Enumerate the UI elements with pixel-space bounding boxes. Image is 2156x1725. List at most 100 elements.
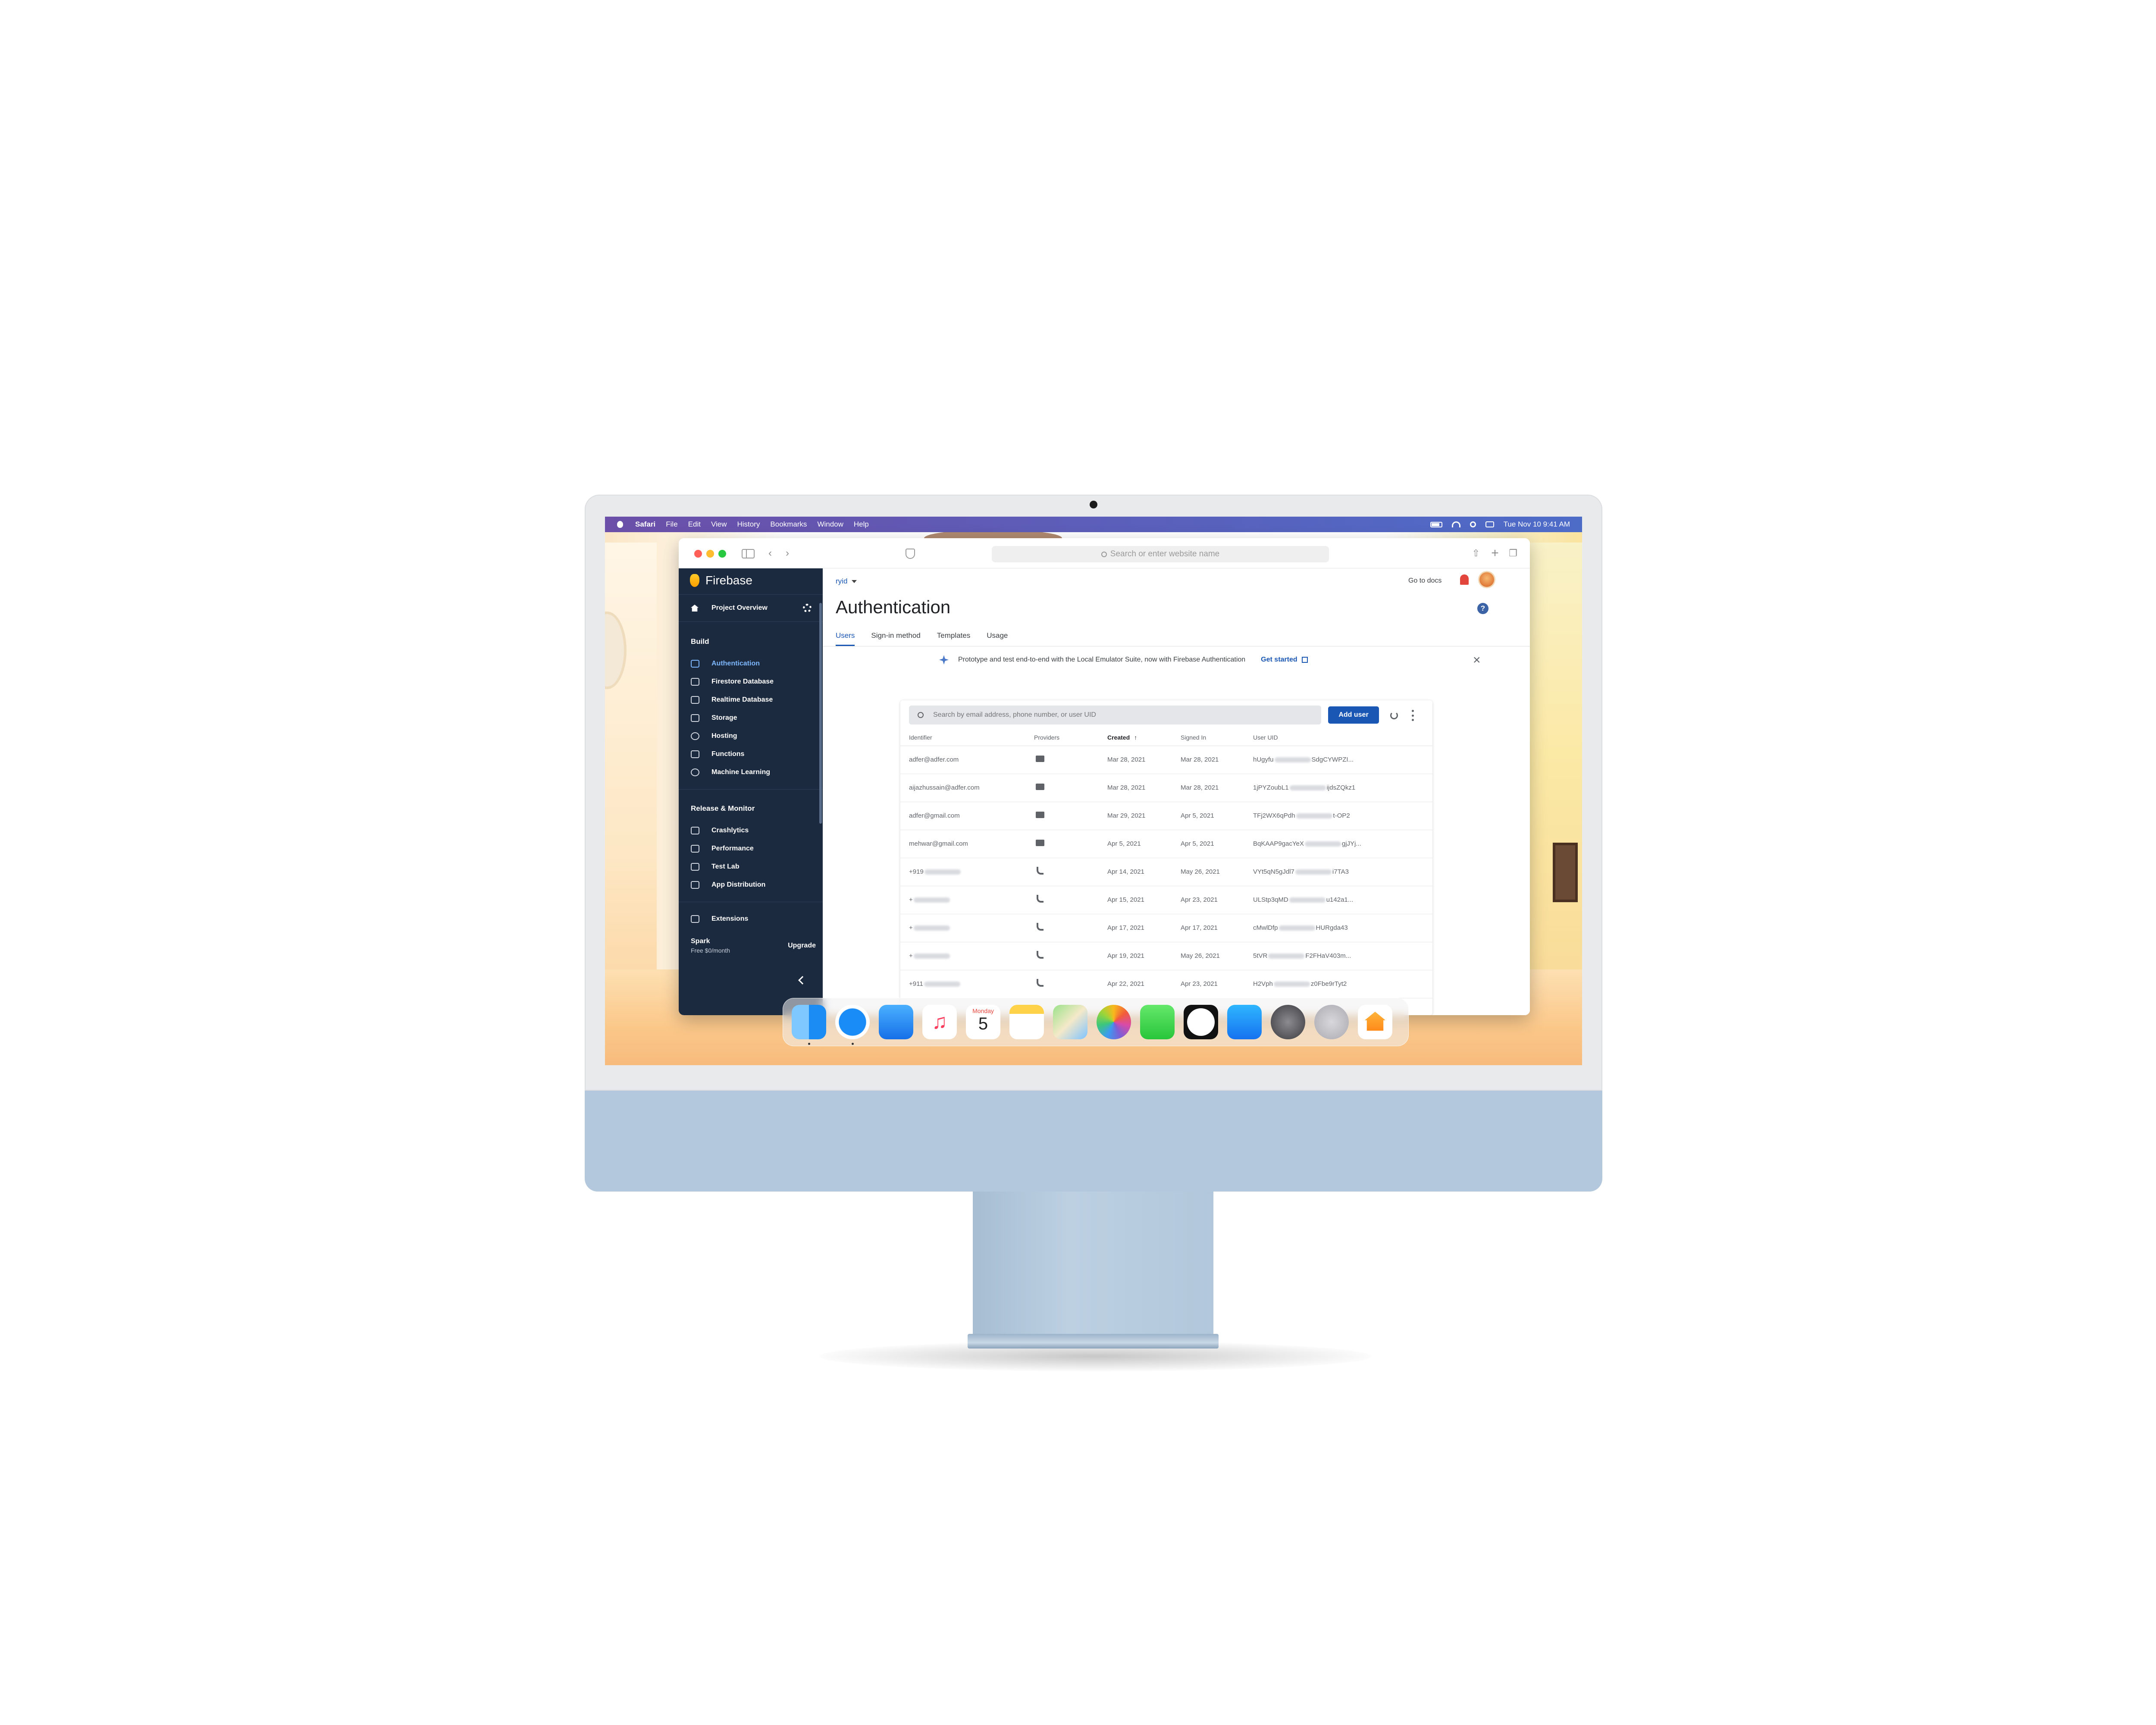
sidebar-item-machine-learning[interactable]: Machine Learning (679, 763, 823, 781)
battery-icon[interactable] (1430, 521, 1442, 527)
cell-user-uid[interactable]: 5tVR F2FHaV403m... (1253, 952, 1351, 960)
back-icon[interactable]: ‹ (765, 548, 775, 559)
menu-file[interactable]: File (666, 520, 677, 529)
table-row[interactable]: adfer@gmail.com Mar 29, 2021 Apr 5, 2021 TF… (900, 802, 1432, 830)
cell-user-uid[interactable]: ULStp3qMD u142a1... (1253, 896, 1353, 903)
cell-user-uid[interactable]: hUgyfu SdgCYWPZI... (1253, 756, 1354, 763)
close-window-button[interactable] (694, 550, 702, 558)
table-row[interactable]: mehwar@gmail.com Apr 5, 2021 Apr 5, 2021 Bq… (900, 830, 1432, 858)
table-row[interactable]: + Apr 15, 2021 Apr 23, 2021 ULStp3qMD u142a1… (900, 886, 1432, 914)
more-vert-icon[interactable] (1412, 710, 1414, 721)
sidebar-item-app-distribution[interactable]: App Distribution (679, 876, 823, 894)
wifi-icon[interactable] (1451, 521, 1460, 527)
cell-user-uid[interactable]: 1jPYZoubL1 ijdsZQkz1 (1253, 784, 1355, 791)
gear-icon[interactable] (803, 604, 812, 612)
home-icon[interactable] (1358, 1005, 1392, 1039)
upgrade-button[interactable]: Upgrade (788, 942, 816, 950)
menu-bookmarks[interactable]: Bookmarks (770, 520, 807, 529)
avatar[interactable] (1478, 571, 1495, 588)
project-selector[interactable]: ryid (836, 577, 857, 586)
firebase-brand[interactable]: Firebase (679, 568, 823, 593)
menu-edit[interactable]: Edit (688, 520, 701, 529)
menu-bar-clock[interactable]: Tue Nov 10 9:41 AM (1504, 520, 1570, 529)
apple-logo-icon[interactable] (617, 521, 623, 528)
safari-icon[interactable] (835, 1005, 870, 1045)
table-row[interactable]: aijazhussain@adfer.com Mar 28, 2021 Mar 28… (900, 774, 1432, 802)
menu-app-name[interactable]: Safari (635, 520, 655, 529)
refresh-icon[interactable] (1390, 712, 1398, 719)
address-bar[interactable]: Search or enter website name (992, 546, 1329, 562)
privacy-shield-icon[interactable] (906, 549, 915, 559)
menu-window[interactable]: Window (817, 520, 843, 529)
tab-templates[interactable]: Templates (937, 629, 970, 646)
sidebar-item-realtime-database[interactable]: Realtime Database (679, 691, 823, 709)
close-icon[interactable]: × (1473, 654, 1481, 667)
search-input[interactable] (933, 711, 1287, 719)
column-header-signed-in[interactable]: Signed In (1181, 734, 1206, 741)
globe-icon (691, 732, 699, 740)
menu-history[interactable]: History (737, 520, 760, 529)
app-store-icon[interactable] (1227, 1005, 1262, 1039)
column-header-user-uid[interactable]: User UID (1253, 734, 1278, 741)
cell-user-uid[interactable]: VYt5qN5gJdl7 i7TA3 (1253, 868, 1349, 875)
sidebar-item-performance[interactable]: Performance (679, 840, 823, 858)
menu-help[interactable]: Help (854, 520, 869, 529)
cell-user-uid[interactable]: TFj2WX6qPdh t-OP2 (1253, 812, 1350, 819)
notifications-bell-icon[interactable] (1460, 574, 1469, 585)
collapse-sidebar-icon[interactable] (798, 976, 807, 985)
sidebar-item-authentication[interactable]: Authentication (679, 655, 823, 673)
cell-signed-in: May 26, 2021 (1181, 952, 1220, 960)
forward-icon[interactable]: › (782, 548, 793, 559)
tab-usage[interactable]: Usage (987, 629, 1008, 646)
mail-icon[interactable] (879, 1005, 913, 1039)
sidebar-item-hosting[interactable]: Hosting (679, 727, 823, 745)
maps-icon[interactable] (1053, 1005, 1087, 1039)
sidebar-item-crashlytics[interactable]: Crashlytics (679, 822, 823, 840)
add-user-button[interactable]: Add user (1328, 706, 1379, 724)
sidebar-item-functions[interactable]: Functions (679, 745, 823, 763)
minimize-window-button[interactable] (706, 550, 714, 558)
music-icon[interactable] (922, 1005, 957, 1039)
sidebar-toggle-icon[interactable] (742, 549, 755, 558)
get-started-link[interactable]: Get started (1261, 656, 1297, 664)
sidebar-item-firestore[interactable]: Firestore Database (679, 673, 823, 691)
control-center-icon[interactable] (1485, 521, 1494, 527)
tab-overview-icon[interactable]: ❐ (1507, 548, 1519, 559)
calendar-icon[interactable]: Monday 5 (966, 1005, 1000, 1039)
clock-icon[interactable] (1184, 1005, 1218, 1039)
photos-icon[interactable] (1097, 1005, 1131, 1039)
project-overview-link[interactable]: Project Overview (679, 594, 823, 622)
table-row[interactable]: +911 Apr 22, 2021 Apr 23, 2021 H2Vph z0Fbe9r… (900, 970, 1432, 998)
go-to-docs-link[interactable]: Go to docs (1408, 577, 1442, 585)
column-header-created[interactable]: Created ↑ (1107, 734, 1137, 741)
column-header-identifier[interactable]: Identifier (909, 734, 932, 741)
messages-icon[interactable] (1140, 1005, 1175, 1039)
new-tab-icon[interactable]: + (1489, 547, 1501, 560)
distribution-icon (691, 881, 699, 889)
tab-users[interactable]: Users (836, 629, 855, 646)
table-row[interactable]: +919 Apr 14, 2021 May 26, 2021 VYt5qN5gJdl7… (900, 858, 1432, 886)
help-icon[interactable]: ? (1477, 603, 1489, 614)
zoom-window-button[interactable] (718, 550, 726, 558)
system-preferences-icon[interactable] (1271, 1005, 1305, 1039)
sidebar-item-storage[interactable]: Storage (679, 709, 823, 727)
spotlight-icon[interactable] (1470, 521, 1476, 527)
column-header-providers[interactable]: Providers (1034, 734, 1059, 741)
cell-user-uid[interactable]: cMwlDfp HURgda43 (1253, 924, 1348, 932)
table-row[interactable]: adfer@adfer.com Mar 28, 2021 Mar 28, 2021 h… (900, 746, 1432, 774)
notes-icon[interactable] (1009, 1005, 1044, 1039)
finder-icon[interactable] (792, 1005, 826, 1045)
cell-user-uid[interactable]: H2Vph z0Fbe9rTyt2 (1253, 980, 1347, 988)
table-row[interactable]: + Apr 17, 2021 Apr 17, 2021 cMwlDfp HURgda43 (900, 914, 1432, 942)
share-icon[interactable]: ⇧ (1470, 548, 1482, 559)
search-bar[interactable] (909, 706, 1321, 724)
tab-sign-in-method[interactable]: Sign-in method (871, 629, 920, 646)
table-row[interactable]: + Apr 19, 2021 May 26, 2021 5tVR F2FHaV403m.… (900, 942, 1432, 970)
menu-view[interactable]: View (711, 520, 727, 529)
launchpad-icon[interactable] (1314, 1005, 1349, 1039)
sidebar-scrollbar[interactable] (819, 603, 822, 824)
sidebar-item-extensions[interactable]: Extensions (679, 910, 823, 928)
sidebar-item-test-lab[interactable]: Test Lab (679, 858, 823, 876)
release-section-title: Release & Monitor (691, 804, 755, 812)
cell-user-uid[interactable]: BqKAAP9gacYeX gjJYj... (1253, 840, 1361, 847)
